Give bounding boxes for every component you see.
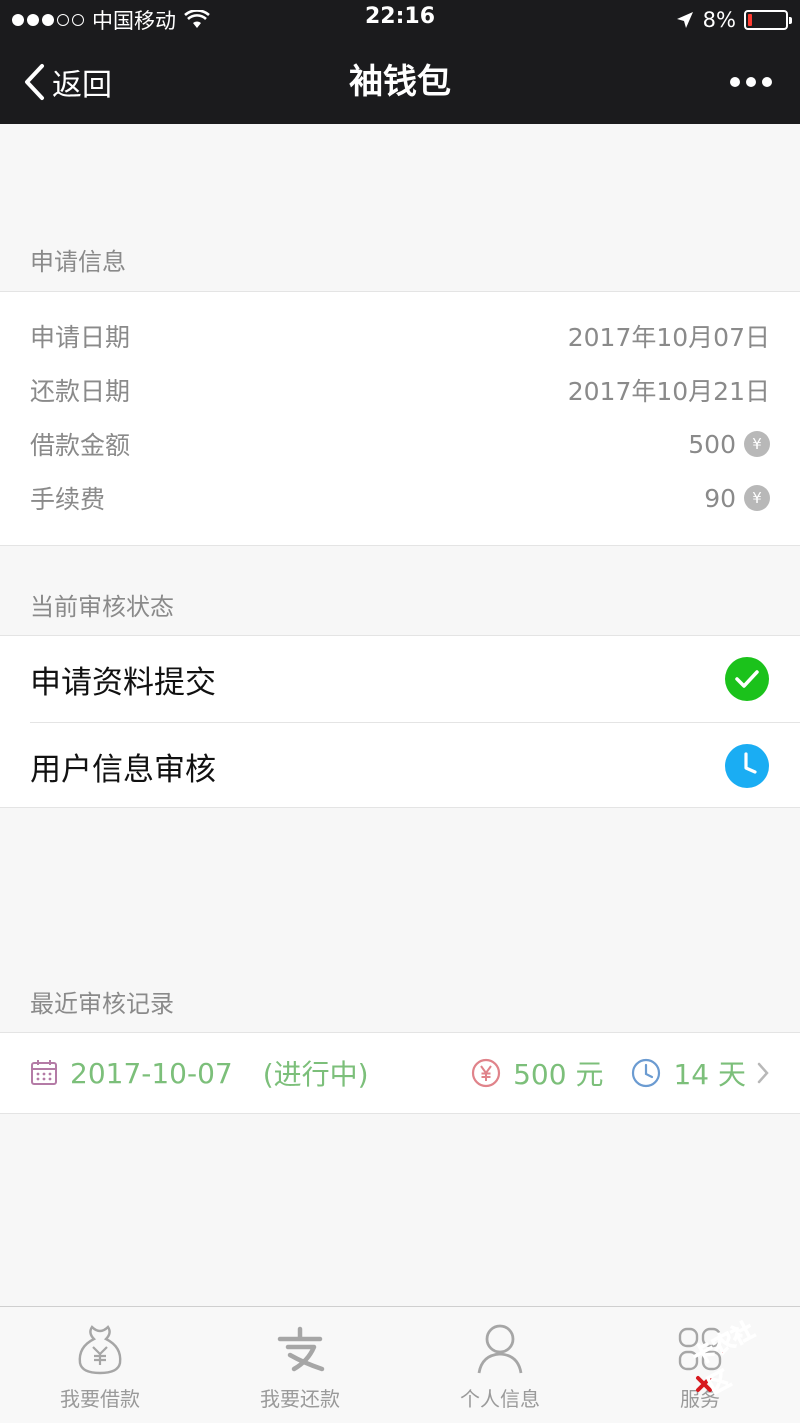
more-button[interactable]	[730, 40, 772, 124]
clock-icon	[725, 744, 769, 788]
fee-label: 手续费	[30, 485, 106, 514]
recent-records-card: 2017-10-07 (进行中) 500 元 14 天	[0, 1032, 800, 1114]
back-button[interactable]: 返回	[22, 40, 112, 124]
status-divider	[30, 722, 800, 723]
tab-label: 我要还款	[260, 1387, 340, 1411]
clock-outline-icon	[632, 1058, 661, 1088]
record-status: (进行中)	[262, 1058, 369, 1091]
tab-profile[interactable]: 个人信息	[400, 1307, 600, 1423]
record-days-group: 14 天	[631, 1053, 746, 1093]
status-step-label: 用户信息审核	[30, 751, 216, 788]
loan-amount-row: 借款金额 500 ¥	[30, 424, 770, 464]
alipay-icon	[277, 1326, 325, 1372]
repay-date-value: 2017年10月21日	[567, 377, 770, 406]
back-label: 返回	[52, 68, 112, 103]
apply-date-row: 申请日期 2017年10月07日	[30, 316, 770, 356]
apply-info-header: 申请信息	[30, 248, 126, 276]
status-right: 8%	[675, 6, 792, 34]
nav-bar: 返回 袖钱包	[0, 40, 800, 124]
fee-value-group: 90 ¥	[704, 484, 770, 513]
battery-icon	[744, 10, 792, 30]
yen-icon: ¥	[744, 485, 770, 511]
record-amount-group: 500 元	[471, 1053, 603, 1093]
status-step-review: 用户信息审核	[30, 743, 770, 789]
status-bar: 中国移动 22:16 8%	[0, 0, 800, 40]
calendar-icon	[31, 1060, 57, 1085]
status-step-label: 申请资料提交	[30, 664, 216, 701]
record-item[interactable]: 2017-10-07 (进行中) 500 元 14 天	[30, 1033, 770, 1113]
location-arrow-icon	[676, 12, 693, 28]
recent-records-header: 最近审核记录	[30, 990, 174, 1018]
loan-amount-label: 借款金额	[30, 431, 131, 460]
chevron-right-icon	[757, 1062, 769, 1084]
repay-date-row: 还款日期 2017年10月21日	[30, 370, 770, 410]
chevron-left-icon	[25, 64, 44, 100]
person-icon	[477, 1324, 523, 1374]
yen-icon: ¥	[744, 431, 770, 457]
more-dot	[746, 77, 756, 87]
check-circle-icon	[725, 657, 769, 701]
more-dot	[730, 77, 740, 87]
battery-percent: 8%	[702, 8, 736, 32]
record-date-group: 2017-10-07	[30, 1057, 233, 1090]
tab-bar: 我要借款 我要还款 个人信息 服务	[0, 1306, 800, 1423]
review-status-header: 当前审核状态	[30, 593, 174, 621]
review-status-card: 申请资料提交 用户信息审核	[0, 635, 800, 808]
apply-date-label: 申请日期	[30, 323, 131, 352]
loan-amount-value: 500	[688, 429, 736, 459]
yen-circle-icon	[472, 1058, 501, 1088]
tab-repay[interactable]: 我要还款	[200, 1307, 400, 1423]
loan-amount-value-group: 500 ¥	[688, 430, 770, 459]
money-bag-icon	[78, 1325, 122, 1375]
tab-label: 我要借款	[60, 1387, 140, 1411]
repay-date-label: 还款日期	[30, 377, 131, 406]
apply-info-card: 申请日期 2017年10月07日 还款日期 2017年10月21日 借款金额 5…	[0, 291, 800, 546]
apply-date-value: 2017年10月07日	[567, 323, 770, 352]
record-date: 2017-10-07	[70, 1056, 233, 1090]
record-amount: 500 元	[513, 1058, 604, 1091]
fee-row: 手续费 90 ¥	[30, 478, 770, 518]
fee-value: 90	[704, 483, 736, 513]
tab-borrow[interactable]: 我要借款	[0, 1307, 200, 1423]
status-step-submit: 申请资料提交	[30, 656, 770, 702]
page-title: 袖钱包	[349, 62, 451, 102]
more-dot	[762, 77, 772, 87]
record-days: 14 天	[673, 1058, 746, 1091]
tab-label: 个人信息	[460, 1387, 540, 1411]
